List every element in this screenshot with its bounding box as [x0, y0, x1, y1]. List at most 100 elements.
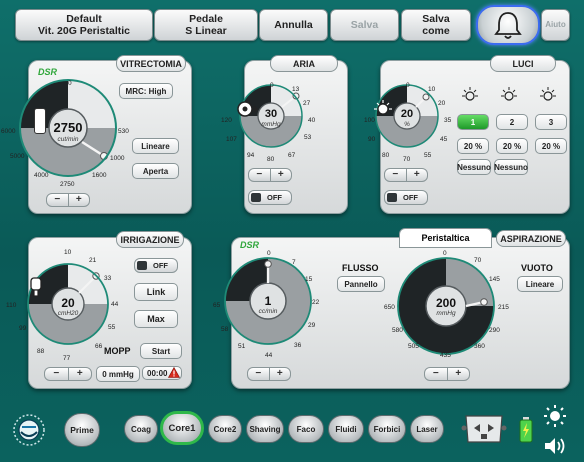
luci-tick: 70 — [403, 156, 411, 163]
luci-toggle[interactable]: OFF — [384, 190, 428, 205]
mode-button-core1[interactable]: Core1 — [160, 411, 204, 445]
flusso-tick: 29 — [308, 322, 316, 329]
aiuto-label: Aiuto — [545, 20, 566, 29]
flusso-tick: 15 — [305, 276, 313, 283]
vuoto-tick: 290 — [489, 327, 500, 334]
toggle-knob — [137, 261, 147, 270]
minus-icon[interactable]: − — [45, 368, 69, 380]
mode-button-core2[interactable]: Core2 — [208, 415, 242, 443]
plus-icon[interactable]: + — [448, 368, 470, 380]
vuoto-mode-button[interactable]: Lineare — [517, 276, 563, 292]
aria-stepper[interactable]: − + — [248, 168, 292, 182]
luci-percent-2[interactable]: 20 % — [496, 138, 528, 154]
vuoto-tick: 0 — [443, 250, 447, 257]
vitrectomia-stepper[interactable]: − + — [46, 193, 90, 207]
minus-icon[interactable]: − — [249, 169, 271, 181]
profile-button[interactable]: Default Vit. 20G Peristaltic — [15, 9, 153, 41]
profile-line1: Default — [66, 13, 102, 25]
toggle-knob — [251, 193, 261, 202]
aria-tick: 40 — [308, 117, 316, 124]
tab-aspirazione[interactable]: ASPIRAZIONE — [496, 230, 566, 247]
light-source-3-icon — [540, 87, 556, 101]
flusso-tick: 0 — [267, 250, 271, 257]
minus-icon[interactable]: − — [47, 194, 69, 206]
minus-icon[interactable]: − — [248, 368, 270, 380]
mode-button-shaving[interactable]: Shaving — [246, 415, 284, 443]
plus-icon[interactable]: + — [270, 368, 291, 380]
tab-peristaltica[interactable]: Peristaltica — [399, 228, 492, 248]
flusso-mode-button[interactable]: Pannello — [337, 276, 385, 292]
pedal-button[interactable]: Pedale S Linear — [154, 9, 258, 41]
vuoto-stepper[interactable]: − + — [424, 367, 470, 381]
flusso-tick: 22 — [312, 299, 320, 306]
vitrectomia-tick: 0 — [68, 80, 72, 87]
luci-percent-3[interactable]: 20 % — [535, 138, 567, 154]
plus-icon[interactable]: + — [69, 368, 92, 380]
luci-tab-2[interactable]: 2 — [496, 114, 528, 130]
irrigazione-title: IRRIGAZIONE — [116, 231, 184, 248]
flusso-tick: 7 — [292, 259, 296, 266]
plus-icon[interactable]: + — [69, 194, 90, 206]
alarm-bell-button[interactable] — [476, 5, 540, 45]
prime-button[interactable]: Prime — [64, 413, 100, 447]
start-button[interactable]: Start — [140, 343, 182, 359]
salva-come-button[interactable]: Salva come — [401, 9, 471, 41]
plus-icon[interactable]: + — [271, 169, 292, 181]
aria-tick: 0 — [270, 82, 274, 89]
mrc-button[interactable]: MRC: High — [119, 83, 173, 99]
mode-button-faco[interactable]: Faco — [288, 415, 324, 443]
irrigazione-value: 20 — [61, 296, 75, 310]
device-logo-icon — [13, 414, 45, 446]
mode-button-laser[interactable]: Laser — [410, 415, 444, 443]
vitrectomia-port-button[interactable]: Aperta — [132, 163, 179, 179]
flusso-value: 1 — [264, 294, 272, 308]
irrigazione-tick: 77 — [63, 355, 71, 362]
aria-toggle[interactable]: OFF — [248, 190, 292, 205]
max-button[interactable]: Max — [134, 310, 178, 328]
luci-tab-3[interactable]: 3 — [535, 114, 567, 130]
vuoto-tick: 505 — [408, 343, 419, 350]
mode-button-coag[interactable]: Coag — [124, 415, 158, 443]
luci-filter-1[interactable]: Nessuno — [457, 159, 491, 175]
bell-icon — [494, 12, 522, 39]
vitrectomia-mode-button[interactable]: Lineare — [132, 138, 179, 154]
pedal-line2: S Linear — [185, 25, 227, 37]
volume-icon[interactable] — [543, 436, 567, 456]
aria-value: 30 — [264, 108, 278, 120]
irrigazione-stepper[interactable]: − + — [44, 367, 92, 381]
irrigazione-tick: 99 — [19, 325, 27, 332]
vuoto-tick: 145 — [489, 276, 500, 283]
aiuto-button[interactable]: Aiuto — [541, 9, 570, 41]
luci-tick: 80 — [382, 152, 390, 159]
aria-tick: 94 — [247, 152, 255, 159]
luci-tick: 20 — [438, 100, 446, 107]
luci-title: LUCI — [490, 55, 556, 72]
mode-button-forbici[interactable]: Forbici — [368, 415, 406, 443]
bottle-icon — [30, 277, 42, 297]
annulla-button[interactable]: Annulla — [259, 9, 328, 41]
pedal-line1: Pedale — [189, 13, 223, 25]
irrigazione-unit: cmH20 — [57, 310, 79, 317]
luci-stepper[interactable]: − + — [384, 168, 428, 182]
vuoto-tick: 70 — [474, 257, 482, 264]
vuoto-tick: 650 — [384, 304, 395, 311]
flusso-stepper[interactable]: − + — [247, 367, 291, 381]
salva-come-line1: Salva — [422, 13, 450, 25]
luci-filter-2[interactable]: Nessuno — [494, 159, 528, 175]
plus-icon[interactable]: + — [407, 169, 428, 181]
salva-button[interactable]: Salva — [330, 9, 399, 41]
minus-icon[interactable]: − — [385, 169, 407, 181]
luci-tab-1[interactable]: 1 — [457, 114, 489, 130]
irrigazione-toggle[interactable]: OFF — [134, 258, 178, 273]
link-button[interactable]: Link — [134, 283, 178, 301]
luci-percent-1[interactable]: 20 % — [457, 138, 489, 154]
warning-icon — [168, 367, 180, 378]
irrigazione-tick: 110 — [6, 302, 17, 309]
footswitch-icon[interactable] — [460, 412, 508, 448]
luci-value: 20 — [400, 108, 414, 120]
mode-button-fluidi[interactable]: Fluidi — [328, 415, 364, 443]
vitrectomia-tick: 2750 — [60, 181, 75, 188]
vitrectomia-value: 2750 — [53, 120, 83, 135]
minus-icon[interactable]: − — [425, 368, 448, 380]
brightness-icon[interactable] — [543, 404, 567, 428]
